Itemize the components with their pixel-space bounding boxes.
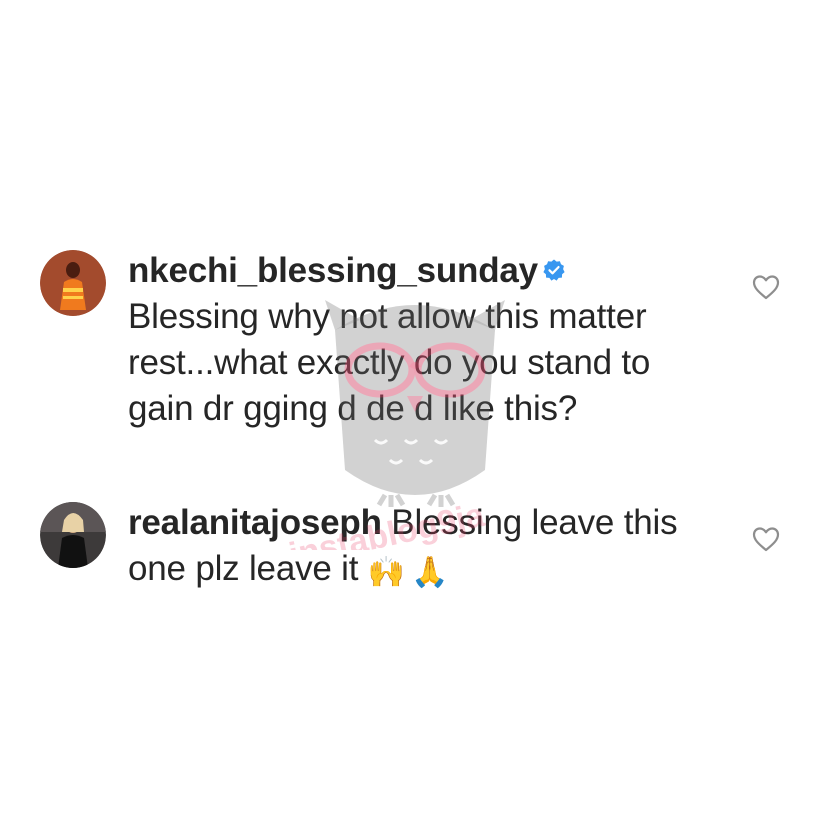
avatar[interactable] <box>40 250 106 316</box>
profile-photo-icon <box>40 250 106 316</box>
like-heart-icon[interactable] <box>752 274 780 300</box>
comment-message: Blessing why not allow this matter rest.… <box>128 297 651 428</box>
avatar[interactable] <box>40 502 106 568</box>
verified-badge-icon <box>542 258 566 282</box>
comment-text-block: nkechi_blessing_sunday Blessing why not … <box>128 248 688 432</box>
like-heart-icon[interactable] <box>752 526 780 552</box>
comment-text-block: realanitajoseph Blessing leave this one … <box>128 500 688 592</box>
profile-photo-icon <box>40 502 106 568</box>
comment-username[interactable]: realanitajoseph <box>128 503 382 542</box>
comment-username[interactable]: nkechi_blessing_sunday <box>128 251 538 290</box>
folded-hands-emoji-icon: 🙏 <box>410 555 449 590</box>
raising-hands-emoji-icon: 🙌 <box>367 555 405 590</box>
